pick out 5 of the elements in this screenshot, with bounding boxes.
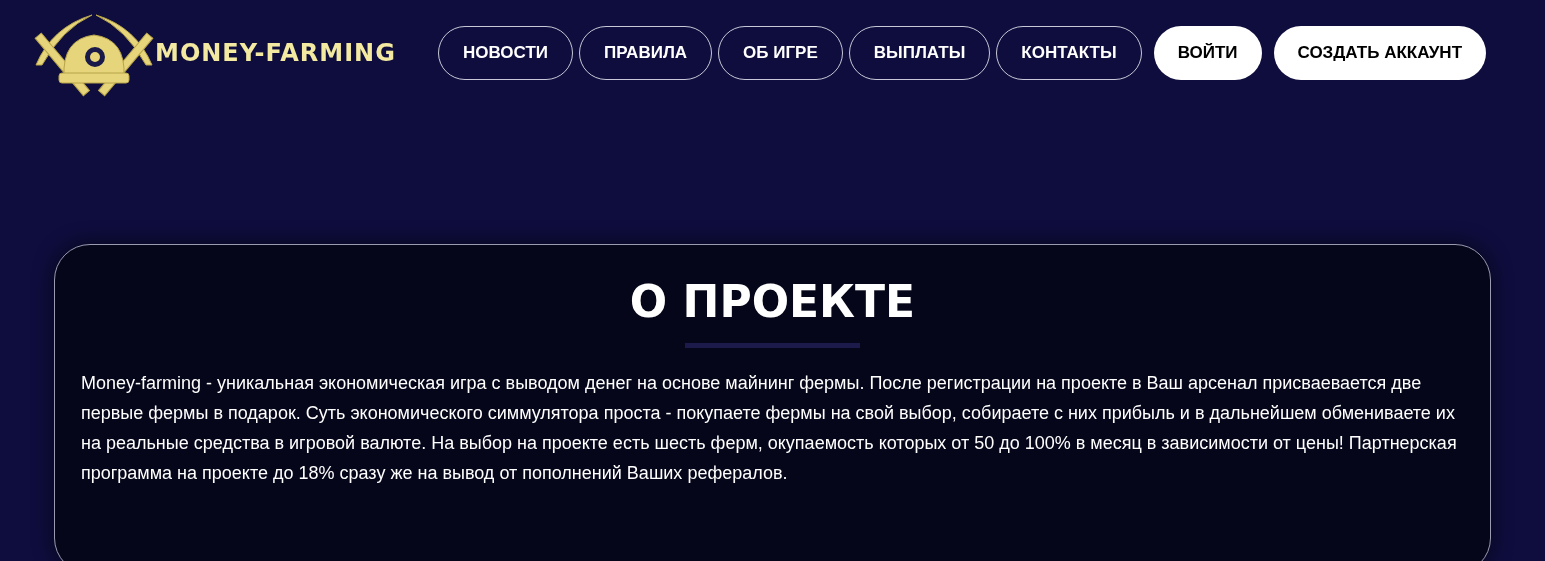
section-title: О ПРОЕКТЕ	[628, 275, 917, 329]
logo-text: MONEY-FARMING	[155, 37, 396, 69]
account-button[interactable]: ВОЙТИ	[1153, 25, 1262, 80]
about-paragraph: Money-farming - уникальная экономическая игра с выводом денег на основе майнинг фермы. После регистрации на проекте в Ваш арсенал присваевается две первые фермы в подарок. Суть экономического симмулятора проста - покупаете фермы на свой выбор, собираете с них прибыль и в дальнейшем обмениваете их на реальные средства в игровой валюте. На выбор на проекте есть шесть ферм, окупаемость которых от 50 до 100% в месяц в зависимости от цены! Партнерская программа на проекте до 18% сразу же на вывод от пополнений Ваших рефералов.	[81, 372, 1458, 485]
account-button[interactable]: СОЗДАТЬ АККАУНТ	[1273, 25, 1487, 80]
